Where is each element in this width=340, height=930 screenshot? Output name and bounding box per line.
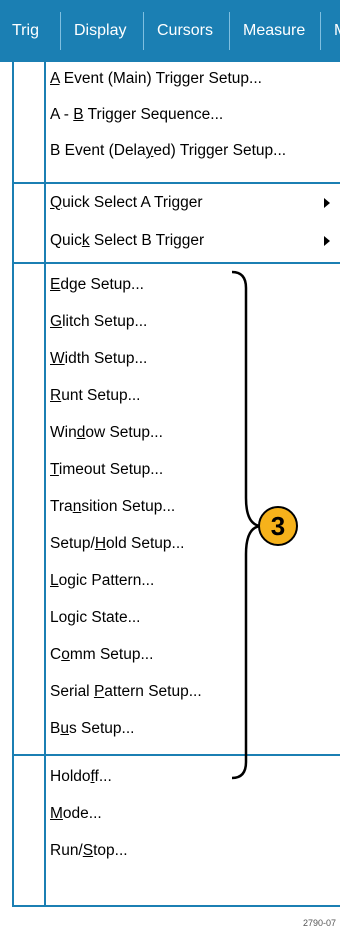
menu-item-holdoff[interactable]: Holdoff... bbox=[50, 760, 112, 794]
menu-measure[interactable]: Measure bbox=[231, 0, 317, 62]
menu-item-comm-setup[interactable]: Comm Setup... bbox=[50, 638, 153, 672]
menu-item-serial-pattern-setup[interactable]: Serial Pattern Setup... bbox=[50, 675, 202, 709]
menu-item-mode[interactable]: Mode... bbox=[50, 797, 102, 831]
menu-separator bbox=[14, 182, 340, 184]
menu-separator bbox=[14, 754, 340, 756]
figure-id: 2790-07 bbox=[302, 918, 336, 928]
menu-item-logic-state[interactable]: Logic State... bbox=[50, 601, 141, 635]
menu-item-transition-setup[interactable]: Transition Setup... bbox=[50, 490, 175, 524]
menubar-separator bbox=[143, 12, 144, 50]
menu-item-width-setup[interactable]: Width Setup... bbox=[50, 342, 147, 376]
menu-gutter bbox=[14, 62, 46, 907]
menubar: Trig Display Cursors Measure M bbox=[0, 0, 340, 62]
menu-item-edge-setup[interactable]: Edge Setup... bbox=[50, 268, 144, 302]
menu-item-quick-select-a-trigger[interactable]: Quick Select A Trigger bbox=[50, 186, 203, 220]
menubar-separator bbox=[60, 12, 61, 50]
submenu-arrow-icon bbox=[324, 236, 330, 246]
trig-dropdown-menu: A Event (Main) Trigger Setup... A - B Tr… bbox=[12, 62, 340, 907]
menu-item-b-event-trigger-setup[interactable]: B Event (Delayed) Trigger Setup... bbox=[50, 134, 286, 168]
menubar-separator bbox=[320, 12, 321, 50]
callout-number-badge: 3 bbox=[258, 506, 298, 546]
menu-cursors[interactable]: Cursors bbox=[145, 0, 225, 62]
menu-display[interactable]: Display bbox=[62, 0, 138, 62]
submenu-arrow-icon bbox=[324, 198, 330, 208]
menu-item-run-stop[interactable]: Run/Stop... bbox=[50, 834, 128, 868]
menu-item-glitch-setup[interactable]: Glitch Setup... bbox=[50, 305, 147, 339]
menu-item-bus-setup[interactable]: Bus Setup... bbox=[50, 712, 134, 746]
menu-item-logic-pattern[interactable]: Logic Pattern... bbox=[50, 564, 154, 598]
menu-item-timeout-setup[interactable]: Timeout Setup... bbox=[50, 453, 163, 487]
menubar-separator bbox=[229, 12, 230, 50]
menu-trig[interactable]: Trig bbox=[0, 0, 51, 62]
menu-item-a-b-trigger-sequence[interactable]: A - B Trigger Sequence... bbox=[50, 98, 223, 132]
menu-item-setup-hold-setup[interactable]: Setup/Hold Setup... bbox=[50, 527, 184, 561]
menu-item-runt-setup[interactable]: Runt Setup... bbox=[50, 379, 140, 413]
menu-bottom-border bbox=[14, 905, 340, 907]
menu-item-a-event-trigger-setup[interactable]: A Event (Main) Trigger Setup... bbox=[50, 62, 262, 96]
menu-more[interactable]: M bbox=[322, 0, 340, 62]
menu-item-quick-select-b-trigger[interactable]: Quick Select B Trigger bbox=[50, 224, 204, 258]
menu-separator bbox=[14, 262, 340, 264]
menu-item-window-setup[interactable]: Window Setup... bbox=[50, 416, 163, 450]
